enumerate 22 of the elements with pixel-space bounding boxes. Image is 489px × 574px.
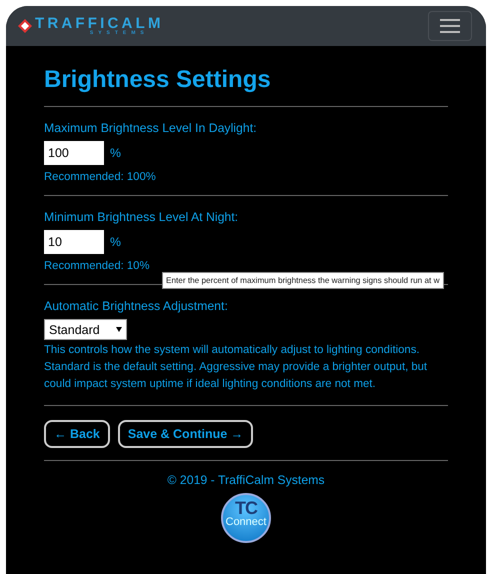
recommendation-text: Recommended: 100%	[44, 171, 157, 183]
input-field[interactable]: 100	[44, 141, 104, 165]
logo-text: TRAFFICALM	[35, 16, 164, 31]
copyright-text: © 2019 - TraffiCalm Systems	[167, 473, 325, 487]
menu-icon	[440, 19, 460, 33]
menu-button[interactable]	[428, 11, 472, 41]
unit-label: %	[110, 146, 121, 160]
page-title: Brightness Settings	[44, 66, 272, 94]
caret-icon	[116, 327, 122, 332]
unit-label: %	[110, 235, 121, 249]
nav-button[interactable]: ← Back	[44, 420, 110, 448]
field-label: Maximum Brightness Level In Daylight:	[44, 121, 258, 135]
description-text: This controls how the system will automatically adjust to lighting conditions. Standard is the default setting. Aggressive may provide a brighter output, but could impact system uptime if ideal lighting conditions are not met.	[44, 343, 428, 392]
field-label: Minimum Brightness Level At Night:	[44, 210, 240, 224]
tooltip: Enter the percent of maximum brightness the warning signs should run at w	[162, 272, 444, 289]
diamond-icon	[18, 19, 32, 33]
field-label: Automatic Brightness Adjustment:	[44, 299, 229, 313]
input-field[interactable]: 10	[44, 230, 104, 254]
connect-badge[interactable]: TC Connect	[221, 493, 271, 543]
nav-button[interactable]: Save & Continue →	[118, 420, 254, 448]
dropdown[interactable]: Standard	[44, 319, 127, 340]
recommendation-text: Recommended: 10%	[44, 260, 150, 272]
